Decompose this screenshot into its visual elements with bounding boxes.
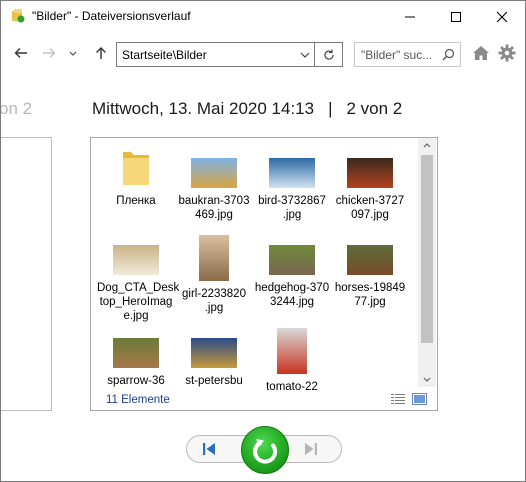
version-date: Mittwoch, 13. Mai 2020 14:13 [92,99,315,118]
search-box[interactable]: "Bilder" suc... [354,42,461,67]
gear-icon[interactable] [498,44,516,62]
image-thumbnail [347,158,393,188]
file-name: bird-3732867 .jpg [258,195,326,221]
forward-button[interactable] [39,43,59,63]
next-version-button[interactable] [302,440,320,458]
back-arrow-icon [14,48,27,58]
up-button[interactable] [91,43,111,63]
previous-version-label: on 2 [0,99,33,118]
home-icon[interactable] [472,45,490,61]
large-icons-view-icon[interactable] [412,393,427,405]
image-thumbnail [269,158,315,188]
minimize-icon [405,16,415,18]
file-view-panel: Пленка baukran-3703 469.jpg bird-3732867 .jp… [90,137,438,411]
close-button[interactable] [479,1,525,32]
maximize-button[interactable] [433,1,479,32]
previous-version-button[interactable] [200,440,218,458]
image-thumbnail [113,338,159,368]
version-heading: Mittwoch, 13. Mai 2020 14:13 | 2 von 2 [92,99,402,119]
file-item[interactable]: Dog_CTA_Desk top_HeroImag e.jpg [97,235,180,322]
image-thumbnail [191,338,237,368]
scroll-down-icon[interactable] [423,377,431,383]
image-thumbnail [191,158,237,188]
scroll-up-icon[interactable] [423,142,431,148]
file-item[interactable]: baukran-3703 469.jpg [175,148,253,234]
file-name: baukran-3703 469.jpg [178,195,250,221]
image-thumbnail [347,245,393,275]
address-dropdown-icon[interactable] [300,51,310,59]
file-name: chicken-3727 097.jpg [335,195,405,221]
file-item[interactable]: girl-2233820 .jpg [175,235,253,321]
forward-arrow-icon [43,48,56,58]
item-count: 11 Elemente [106,394,170,406]
file-name: sparrow-36 [107,375,165,387]
previous-version-panel[interactable] [1,137,52,411]
title-bar[interactable]: "Bilder" - Dateiversionsverlauf [1,1,525,32]
file-history-window: "Bilder" - Dateiversionsverlauf Startsei… [0,0,526,482]
file-name: st-petersbu [185,375,243,387]
up-arrow-icon [96,47,106,59]
heading-separator: | [328,99,333,118]
file-name: horses-19849 77.jpg [334,282,406,308]
file-item[interactable]: tomato-22 [253,328,331,410]
search-icon[interactable] [442,48,455,61]
scrollbar-thumb[interactable] [421,155,433,343]
window-title: "Bilder" - Dateiversionsverlauf [32,9,191,23]
image-thumbnail [199,235,229,281]
image-thumbnail [113,245,159,275]
file-item[interactable]: horses-19849 77.jpg [331,235,409,321]
file-item[interactable]: st-petersbu [175,328,253,410]
maximize-icon [451,12,461,22]
version-counter: 2 von 2 [346,99,403,118]
file-name: girl-2233820 .jpg [182,288,246,314]
address-bar[interactable]: Startseite\Bilder [116,42,315,67]
file-item[interactable]: chicken-3727 097.jpg [331,148,409,234]
file-history-app-icon [12,9,25,23]
close-icon [496,11,508,23]
file-name: hedgehog-370 3244.jpg [254,282,330,308]
address-text: Startseite\Bilder [122,48,207,62]
chevron-down-icon [69,51,77,56]
file-name: Пленка [116,195,156,207]
back-button[interactable] [11,43,31,63]
file-name: tomato-22 [266,381,318,393]
file-item[interactable]: Пленка [97,148,175,234]
minimize-button[interactable] [387,1,433,32]
image-thumbnail [277,328,307,374]
search-placeholder: "Bilder" suc... [361,48,433,62]
refresh-button[interactable] [315,42,343,67]
refresh-icon [324,49,334,60]
restore-icon [253,439,278,464]
image-thumbnail [269,245,315,275]
folder-icon [123,152,149,185]
navigation-bar: Startseite\Bilder "Bilder" suc... [1,37,525,71]
file-name: Dog_CTA_Desk top_HeroImag e.jpg [97,282,180,322]
recent-locations-button[interactable] [63,43,83,63]
vertical-scrollbar[interactable] [418,138,436,387]
file-item[interactable]: hedgehog-370 3244.jpg [253,235,331,321]
restore-button[interactable] [241,426,289,474]
file-item[interactable]: bird-3732867 .jpg [253,148,331,234]
details-view-icon[interactable] [391,393,406,405]
